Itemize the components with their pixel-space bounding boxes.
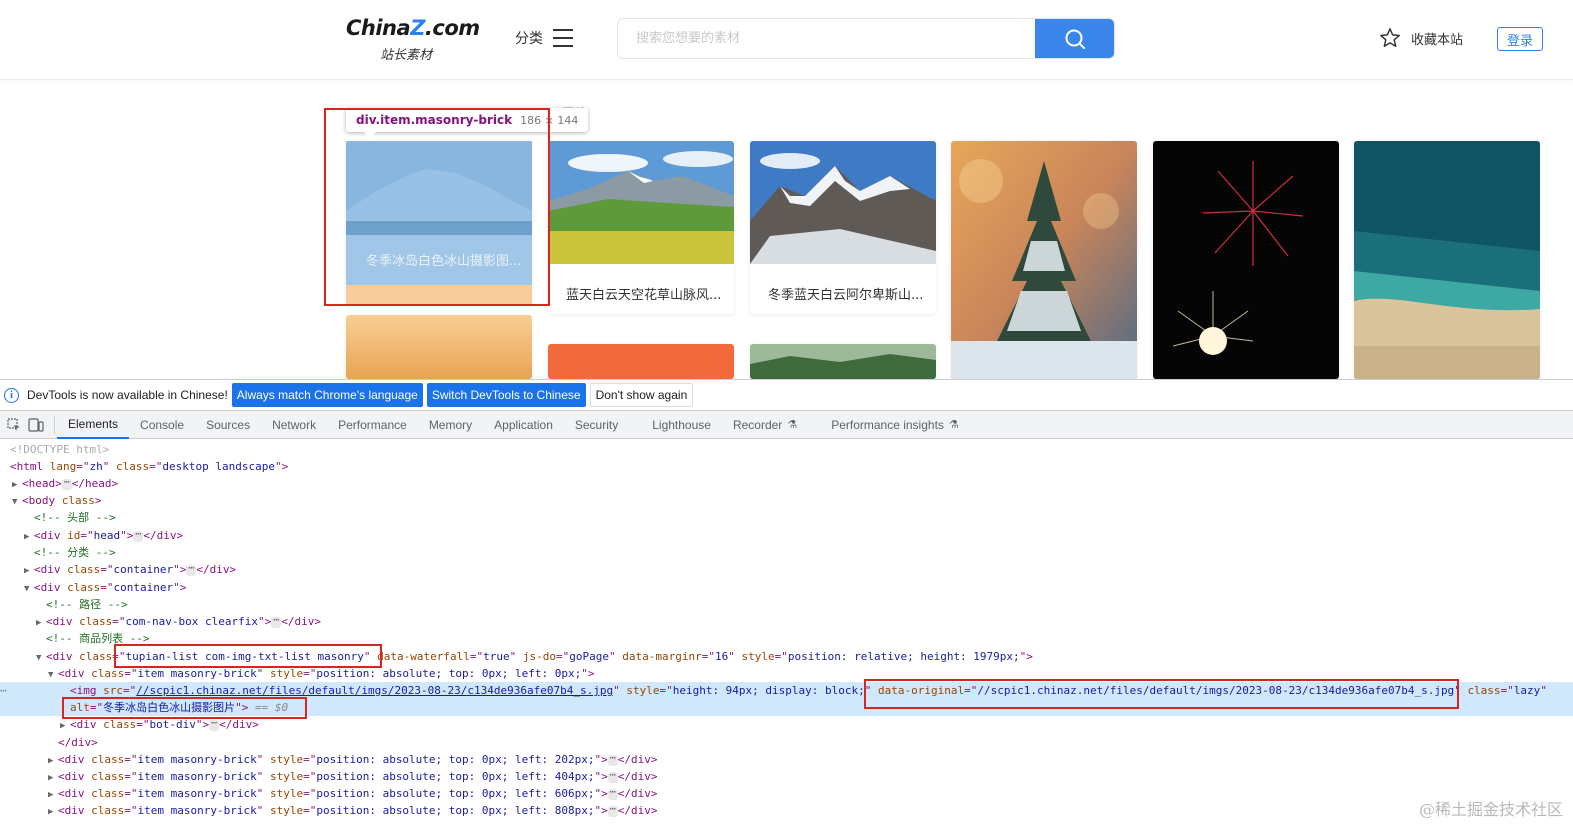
tab-application[interactable]: Application	[483, 411, 564, 439]
inspect-highlight-margin	[346, 285, 532, 306]
dom-container-div-open[interactable]: ▼ <div class="container">	[24, 579, 186, 596]
card-caption: 蓝天白云天空花草山脉风...	[566, 287, 722, 303]
dom-comment[interactable]: <!-- 路径 -->	[46, 596, 128, 613]
tab-lighthouse[interactable]: Lighthouse	[641, 411, 722, 439]
category-label: 分类	[515, 31, 543, 47]
tab-memory[interactable]: Memory	[418, 411, 483, 439]
elements-dom-tree: <!DOCTYPE html> <html lang="zh" class="d…	[0, 439, 1573, 828]
tab-sources[interactable]: Sources	[195, 411, 261, 439]
login-button[interactable]: 登录	[1497, 27, 1543, 51]
dom-head[interactable]: ▶ <head> ⋯ </head>	[12, 475, 118, 492]
forest-photo	[750, 344, 936, 379]
image-card-alps[interactable]: 冬季蓝天白云阿尔卑斯山...	[750, 141, 936, 314]
dont-show-again-button[interactable]: Don't show again	[589, 383, 694, 407]
category-menu-button[interactable]: 分类	[515, 28, 573, 48]
bookmark-site-button[interactable]: 收藏本站	[1379, 27, 1463, 49]
image-card-forest[interactable]	[750, 344, 936, 379]
tooltip-arrow-icon	[364, 132, 376, 138]
card-caption: 冬季蓝天白云阿尔卑斯山...	[768, 287, 924, 303]
toolbar-divider	[54, 415, 55, 434]
inspect-element-icon[interactable]	[6, 417, 22, 433]
fireworks-photo	[1153, 141, 1339, 379]
inspect-tooltip: div.item.masonry-brick 186 × 144	[346, 108, 589, 132]
tooltip-dimensions: 186 × 144	[520, 113, 579, 127]
tab-performance[interactable]: Performance	[327, 411, 418, 439]
tab-performance-insights[interactable]: Performance insights ⚗	[820, 411, 970, 439]
tab-console[interactable]: Console	[129, 411, 195, 439]
image-card-fireworks[interactable]	[1153, 141, 1339, 379]
match-language-button[interactable]: Always match Chrome's language	[231, 383, 423, 407]
tab-performance-insights-label: Performance insights	[831, 417, 944, 432]
orange-photo	[548, 344, 734, 379]
dom-comment[interactable]: <!-- 头部 -->	[34, 509, 116, 526]
card-caption: 冬季冰岛白色冰山摄影图...	[366, 254, 522, 269]
dom-doctype[interactable]: <!DOCTYPE html>	[10, 441, 109, 458]
search-icon	[1065, 29, 1085, 49]
dom-item-div[interactable]: ▶ <div class="item masonry-brick" style="…	[48, 751, 658, 768]
beach-photo	[1354, 141, 1540, 379]
experimental-flask-icon: ⚗	[787, 419, 798, 431]
dom-list-div[interactable]: ▼ <div class="tupian-list com-img-txt-lis…	[36, 648, 1033, 665]
search-button[interactable]	[1035, 19, 1114, 58]
search-input[interactable]	[618, 19, 1036, 58]
devtools-infobar: i DevTools is now available in Chinese! …	[0, 379, 1573, 411]
logo-subtitle: 站长素材	[380, 48, 433, 63]
dom-html[interactable]: <html lang="zh" class="desktop landscape…	[10, 458, 288, 475]
hamburger-icon	[553, 29, 573, 47]
site-header: ChinaZ.com 站长素材 分类 收藏本站 登录	[0, 0, 1573, 80]
image-card-snowy-pine[interactable]	[951, 141, 1137, 379]
dom-head-div[interactable]: ▶ <div id="head"> ⋯ </div>	[24, 527, 183, 544]
infobar-message: DevTools is now available in Chinese!	[27, 388, 228, 402]
image-card-meadow[interactable]: 蓝天白云天空花草山脉风...	[548, 141, 734, 314]
device-toolbar-icon[interactable]	[28, 417, 44, 433]
watermark: @稀土掘金技术社区	[1418, 800, 1563, 819]
dom-img-selected[interactable]: ⋯ <img src="//scpic1.chinaz.net/files/def…	[0, 682, 1573, 699]
bookmark-label: 收藏本站	[1411, 32, 1464, 48]
tab-network[interactable]: Network	[261, 411, 327, 439]
sunset-photo	[346, 315, 532, 379]
dom-item-div[interactable]: ▶ <div class="item masonry-brick" style="…	[48, 768, 658, 785]
dom-comment[interactable]: <!-- 分类 -->	[34, 544, 116, 561]
tab-recorder[interactable]: Recorder ⚗	[722, 411, 808, 439]
tooltip-selector: div.item.masonry-brick	[356, 113, 513, 127]
image-card-orange[interactable]	[548, 344, 734, 379]
site-logo[interactable]: ChinaZ.com 站长素材	[346, 16, 480, 63]
logo-wordmark: ChinaZ.com	[346, 16, 480, 40]
info-icon: i	[4, 387, 19, 403]
image-card-beach[interactable]	[1354, 141, 1540, 379]
experimental-flask-icon: ⚗	[948, 419, 959, 431]
dom-item-div[interactable]: ▶ <div class="item masonry-brick" style="…	[48, 785, 658, 802]
dom-item-div[interactable]: ▼ <div class="item masonry-brick" style="…	[48, 665, 595, 682]
search-bar	[617, 18, 1115, 59]
tab-elements[interactable]: Elements	[57, 411, 130, 439]
dom-container-div[interactable]: ▶ <div class="container"> ⋯ </div>	[24, 561, 236, 578]
dom-nav-div[interactable]: ▶ <div class="com-nav-box clearfix"> ⋯ </di…	[36, 613, 321, 630]
dom-item-div[interactable]: ▶ <div class="item masonry-brick" style="…	[48, 802, 658, 819]
tab-recorder-label: Recorder	[732, 417, 783, 432]
switch-to-chinese-button[interactable]: Switch DevTools to Chinese	[426, 383, 586, 407]
meadow-photo	[548, 141, 734, 264]
dom-img-selected-cont[interactable]: alt="冬季冰岛白色冰山摄影图片"> == $0	[0, 699, 1573, 716]
dom-comment[interactable]: <!-- 商品列表 -->	[46, 630, 150, 647]
dom-div-close[interactable]: </div>	[58, 734, 98, 751]
dom-bot-div[interactable]: ▶ <div class="bot-div"> ⋯ </div>	[60, 716, 259, 733]
snowy-pine-photo	[951, 141, 1137, 379]
image-card-sunset[interactable]	[346, 315, 532, 379]
alps-photo	[750, 141, 936, 264]
dom-body[interactable]: ▼ <body class>	[12, 492, 102, 509]
screen: ChinaZ.com 站长素材 分类 收藏本站 登录 图片	[0, 0, 1573, 828]
devtools-tabbar: Elements Console Sources Network Perform…	[0, 411, 1573, 439]
star-icon	[1380, 28, 1400, 47]
tab-security[interactable]: Security	[564, 411, 629, 439]
